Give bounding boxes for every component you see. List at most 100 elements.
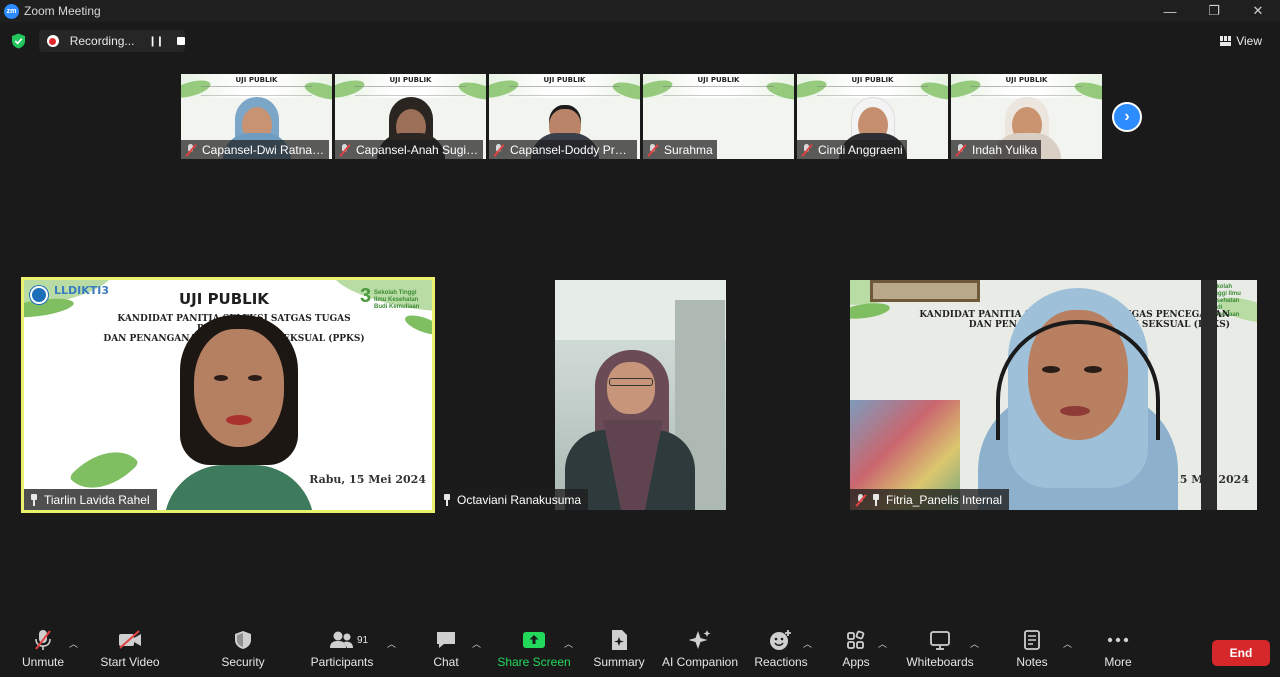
mic-muted-icon <box>185 143 197 156</box>
participant-video-tile[interactable]: Octaviani Ranakusuma <box>437 280 848 510</box>
mic-muted-icon <box>801 143 813 156</box>
shield-icon <box>235 631 251 649</box>
unmute-button[interactable]: Unmute <box>18 625 68 677</box>
reactions-button[interactable]: Reactions <box>754 625 808 677</box>
participant-thumbnail[interactable]: UJI PUBLIK Capansel-Dwi Ratna ... <box>181 74 332 159</box>
participant-thumbnail[interactable]: UJI PUBLIK Indah Yulika <box>951 74 1102 159</box>
meeting-status-bar: Recording... ❙❙ View <box>0 30 1280 52</box>
notes-button[interactable]: Notes <box>1012 625 1052 677</box>
participant-name-tag: Surahma <box>643 140 717 159</box>
participant-name-tag: Tiarlin Lavida Rahel <box>24 489 157 510</box>
pause-recording-icon[interactable]: ❙❙ <box>148 36 164 47</box>
encryption-shield-icon[interactable] <box>11 33 26 49</box>
institution-logo-icon <box>30 286 48 304</box>
start-video-button[interactable]: Start Video <box>100 625 160 677</box>
close-button[interactable]: ✕ <box>1236 0 1280 22</box>
chat-label: Chat <box>433 655 459 669</box>
participant-name-tag: Octaviani Ranakusuma <box>437 489 589 510</box>
recording-label: Recording... <box>69 34 135 48</box>
participant-video <box>978 280 1178 510</box>
participant-thumbnail[interactable]: UJI PUBLIK Surahma <box>643 74 794 159</box>
window-title: Zoom Meeting <box>24 4 101 18</box>
notes-label: Notes <box>1016 655 1048 669</box>
summary-label: Summary <box>593 655 645 669</box>
participants-button[interactable]: Participants <box>310 625 374 677</box>
participant-thumbnail[interactable]: UJI PUBLIK Capansel-Anah Sugih... <box>335 74 486 159</box>
active-speaker-video-tile[interactable]: LLDIKTI3 UJI PUBLIK 3 Sekolah Tinggi Ilm… <box>21 277 435 513</box>
stik-logo-text: Sekolah Tinggi Ilmu Kesehatan Budi Kemul… <box>374 290 420 310</box>
notes-icon <box>1024 630 1040 650</box>
end-meeting-button[interactable]: End <box>1212 640 1270 666</box>
security-label: Security <box>221 655 265 669</box>
share-screen-button[interactable]: Share Screen <box>497 625 571 677</box>
thumbnail-slide-title: UJI PUBLIK <box>851 76 894 84</box>
thumbnail-slide-title: UJI PUBLIK <box>235 76 278 84</box>
view-button[interactable]: View <box>1220 30 1262 52</box>
participant-name-tag: Indah Yulika <box>951 140 1042 159</box>
reactions-options-caret-icon[interactable]: ︿ <box>803 637 812 649</box>
smiley-icon <box>770 630 791 650</box>
title-bar: zm Zoom Meeting — ❐ ✕ <box>0 0 1280 22</box>
restore-button[interactable]: ❐ <box>1192 0 1236 22</box>
more-button[interactable]: More <box>1098 625 1138 677</box>
apps-options-caret-icon[interactable]: ︿ <box>878 637 887 649</box>
pin-icon <box>29 493 39 506</box>
share-options-caret-icon[interactable]: ︿ <box>564 637 573 649</box>
share-screen-label: Share Screen <box>497 655 571 669</box>
participant-name: Capansel-Dwi Ratna ... <box>202 142 325 157</box>
thumbnail-slide-title: UJI PUBLIK <box>543 76 586 84</box>
notes-options-caret-icon[interactable]: ︿ <box>1063 637 1072 649</box>
summary-icon <box>612 630 627 650</box>
participant-name-tag: Capansel-Anah Sugih... <box>335 140 483 159</box>
grid-view-icon <box>1220 36 1232 46</box>
participant-name: Capansel-Anah Sugih... <box>356 142 479 157</box>
more-dots-icon <box>1107 637 1129 643</box>
start-video-label: Start Video <box>100 655 160 669</box>
video-off-icon <box>119 630 141 649</box>
participant-thumbnail-strip: UJI PUBLIK Capansel-Dwi Ratna ... UJI PU… <box>181 74 1102 159</box>
participant-name: Tiarlin Lavida Rahel <box>44 492 150 507</box>
participant-name: Surahma <box>664 142 713 157</box>
apps-icon <box>847 630 865 649</box>
recording-dot-icon <box>47 35 59 47</box>
participant-video-tile[interactable]: Sekolah Tinggi Ilmu Kesehatan Budi Kemul… <box>850 280 1257 510</box>
apps-button[interactable]: Apps <box>836 625 876 677</box>
whiteboards-label: Whiteboards <box>906 655 974 669</box>
apps-label: Apps <box>842 655 870 669</box>
slide-title: UJI PUBLIK <box>179 290 269 308</box>
thumbnail-slide-title: UJI PUBLIK <box>389 76 432 84</box>
window-controls: — ❐ ✕ <box>1148 0 1280 22</box>
slide-date: Rabu, 15 Mei 2024 <box>309 473 426 486</box>
participants-options-caret-icon[interactable]: ︿ <box>387 637 396 649</box>
mic-muted-icon <box>955 143 967 156</box>
thumbnail-slide-title: UJI PUBLIK <box>1005 76 1048 84</box>
chevron-right-icon: › <box>1124 108 1130 125</box>
summary-button[interactable]: Summary <box>592 625 646 677</box>
chat-button[interactable]: Chat <box>426 625 466 677</box>
security-button[interactable]: Security <box>216 625 270 677</box>
recording-indicator: Recording... ❙❙ <box>39 30 185 52</box>
whiteboards-button[interactable]: Whiteboards <box>906 625 974 677</box>
participant-name: Capansel-Doddy Pray... <box>510 142 633 157</box>
chat-options-caret-icon[interactable]: ︿ <box>472 637 481 649</box>
stop-recording-icon[interactable] <box>177 37 185 45</box>
whiteboards-options-caret-icon[interactable]: ︿ <box>970 637 979 649</box>
ai-companion-label: AI Companion <box>661 655 739 669</box>
participant-thumbnail[interactable]: UJI PUBLIK Cindi Anggraeni <box>797 74 948 159</box>
mic-muted-icon <box>493 143 505 156</box>
participant-name-tag: Fitria_Panelis Internal <box>850 489 1010 510</box>
next-page-button[interactable]: › <box>1112 102 1142 132</box>
participants-label: Participants <box>310 655 374 669</box>
zoom-logo-icon: zm <box>4 3 19 19</box>
lldikti-logo-icon: LLDIKTI3 <box>54 284 110 297</box>
participant-name: Cindi Anggraeni <box>818 142 903 157</box>
minimize-button[interactable]: — <box>1148 0 1192 22</box>
participant-thumbnail[interactable]: UJI PUBLIK Capansel-Doddy Pray... <box>489 74 640 159</box>
share-screen-icon <box>523 632 545 648</box>
ai-companion-button[interactable]: AI Companion <box>662 625 738 677</box>
microphone-muted-icon <box>35 630 51 650</box>
mic-muted-icon <box>339 143 351 156</box>
audio-options-caret-icon[interactable]: ︿ <box>69 637 78 649</box>
participant-name: Indah Yulika <box>972 142 1038 157</box>
participant-name-tag: Capansel-Dwi Ratna ... <box>181 140 329 159</box>
